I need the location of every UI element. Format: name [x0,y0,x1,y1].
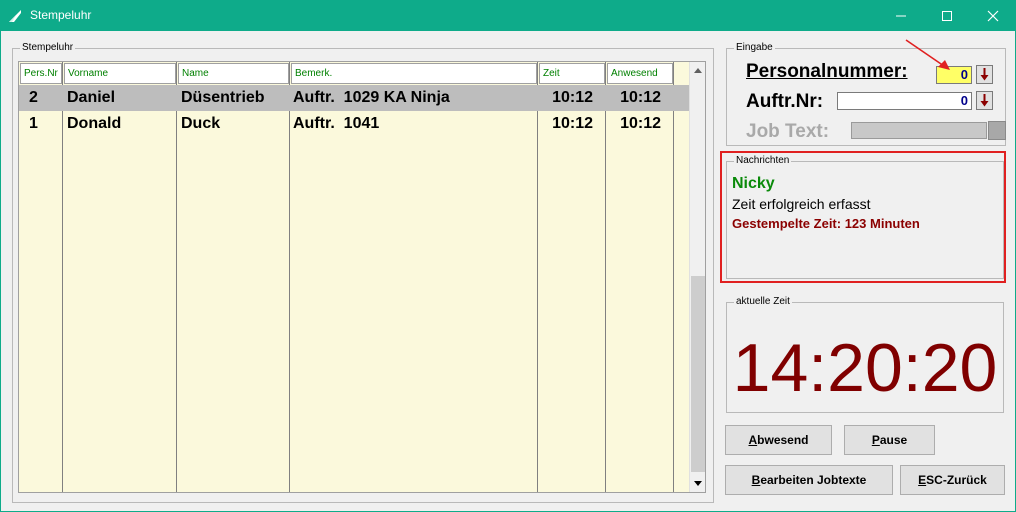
column-header-zeit[interactable]: Zeit [539,63,605,84]
jobtext-field [851,122,987,139]
cell-vorname: Donald [67,115,122,132]
maximize-icon [942,10,952,21]
scrollbar-thumb[interactable] [691,276,705,472]
stempeluhr-legend: Stempeluhr [20,42,76,54]
nachrichten-legend: Nachrichten [734,155,792,167]
close-button[interactable] [970,0,1016,31]
column-header-name[interactable]: Name [178,63,289,84]
cell-name: Düsentrieb [181,89,265,106]
jobtext-button [988,121,1006,140]
app-icon [9,10,21,22]
bearbeiten-jobtexte-button[interactable]: Bearbeiten Jobtexte [725,465,893,495]
personalnummer-spin-button[interactable] [976,65,993,84]
window-title: Stempeluhr [30,8,92,22]
cell-bemerk: Auftr. 1041 [293,115,380,132]
message-name: Nicky [732,175,775,192]
cell-zeit: 10:12 [552,89,593,106]
minimize-icon [896,15,906,16]
personalnummer-label: Personalnummer: [746,61,908,82]
column-header-anwesend[interactable]: Anwesend [607,63,673,84]
auftrnr-input[interactable]: 0 [837,92,972,110]
column-header-bemerk[interactable]: Bemerk. [291,63,537,84]
current-time-display: 14:20:20 [732,330,998,406]
abwesend-button[interactable]: Abwesend [725,425,832,455]
table-row[interactable]: 1 Donald Duck Auftr. 1041 10:12 10:12 [19,111,689,137]
cell-anwesend: 10:12 [620,89,661,106]
cell-bemerk: Auftr. 1029 KA Ninja [293,89,450,106]
cell-persnr: 2 [29,89,38,106]
spin-down-icon [980,68,989,81]
message-stamped-time: Gestempelte Zeit: 123 Minuten [732,216,920,231]
column-header-vorname[interactable]: Vorname [64,63,176,84]
table-row[interactable]: 2 Daniel Düsentrieb Auftr. 1029 KA Ninja… [19,85,689,111]
auftrnr-label: Auftr.Nr: [746,91,824,112]
cell-vorname: Daniel [67,89,116,106]
scroll-down-icon [694,481,702,486]
auftrnr-spin-button[interactable] [976,91,993,110]
maximize-button[interactable] [924,0,970,31]
cell-zeit: 10:12 [552,115,593,132]
eingabe-legend: Eingabe [734,42,775,54]
esc-zurueck-button[interactable]: ESC-Zurück [900,465,1005,495]
spin-down-icon [980,94,989,107]
stempeluhr-grid[interactable]: Pers.Nr Vorname Name Bemerk. Zeit Anwese… [18,61,706,493]
aktuelle-zeit-legend: aktuelle Zeit [734,296,792,308]
scroll-down-button[interactable] [690,475,705,492]
title-bar: Stempeluhr [0,0,1016,31]
close-icon [987,10,999,21]
scroll-up-button[interactable] [690,62,705,79]
message-status: Zeit erfolgreich erfasst [732,196,871,212]
vertical-scrollbar[interactable] [689,62,705,492]
jobtext-label: Job Text: [746,121,830,142]
pause-button[interactable]: Pause [844,425,935,455]
annotation-arrow-icon [905,39,950,70]
column-header-persnr[interactable]: Pers.Nr [20,63,62,84]
cell-anwesend: 10:12 [620,115,661,132]
cell-name: Duck [181,115,221,132]
scroll-up-icon [694,68,702,73]
minimize-button[interactable] [878,0,924,31]
cell-persnr: 1 [29,115,38,132]
